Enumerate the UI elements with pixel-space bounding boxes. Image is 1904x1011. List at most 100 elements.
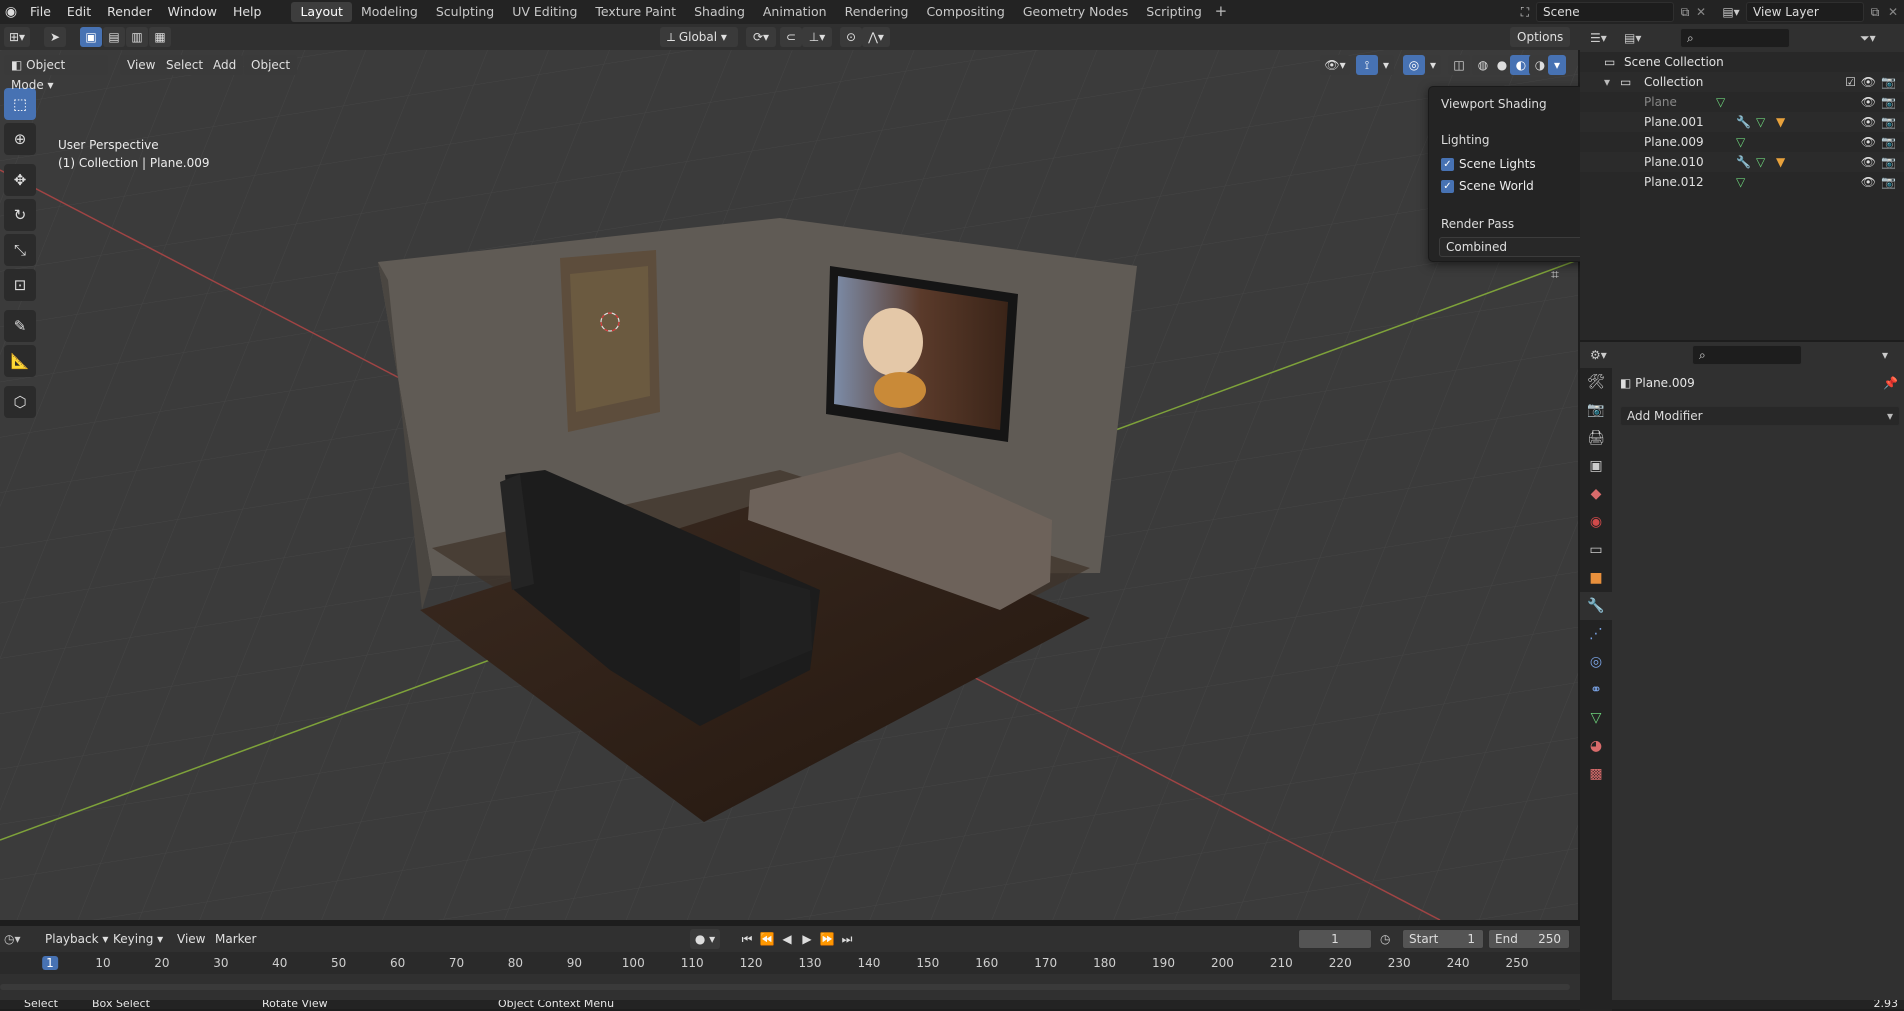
object-tab-icon[interactable]: ■ [1580, 564, 1612, 592]
data-tab-icon[interactable]: ▽ [1580, 704, 1612, 732]
tab-scripting[interactable]: Scripting [1137, 2, 1211, 22]
view-layer-copy-icon[interactable]: ⧉ [1866, 2, 1884, 22]
properties-editor-icon[interactable]: ⚙▾ [1590, 345, 1618, 365]
view-menu[interactable]: View [120, 55, 163, 75]
render-camera-icon[interactable]: 📷 [1881, 132, 1896, 152]
3d-viewport[interactable]: User Perspective (1) Collection | Plane.… [0, 50, 1578, 920]
measure-tool-icon[interactable]: 📐 [4, 345, 36, 377]
modifier-tab-icon[interactable]: 🔧 [1580, 592, 1612, 620]
render-camera-icon[interactable]: 📷 [1881, 112, 1896, 132]
pin-icon[interactable]: 📌 [1883, 372, 1898, 394]
jump-end-icon[interactable]: ⏭ [836, 929, 858, 949]
menu-help[interactable]: Help [225, 0, 270, 24]
tab-uv-editing[interactable]: UV Editing [503, 2, 586, 22]
visibility-filter-icon[interactable]: 👁▾ [1320, 55, 1350, 75]
outliner-item[interactable]: Plane.012 ▽ 👁 📷 [1580, 172, 1904, 192]
outliner-item[interactable]: Plane.010 🔧 ▽ ▼ 👁 📷 [1580, 152, 1904, 172]
xray-toggle-icon[interactable]: ◫ [1448, 55, 1470, 75]
select-tool-icon[interactable]: ➤ [44, 27, 66, 47]
tab-layout[interactable]: Layout [291, 2, 352, 22]
material-tab-icon[interactable]: ◕ [1580, 732, 1612, 760]
expand-icon[interactable]: ▾ [1604, 72, 1610, 92]
add-workspace-icon[interactable]: + [1211, 2, 1231, 22]
select-extend-icon[interactable]: ▤ [103, 27, 125, 47]
scene-lights-checkbox[interactable]: ✓ Scene Lights [1441, 155, 1536, 173]
overlays-dropdown-icon[interactable]: ▾ [1425, 55, 1441, 75]
gizmo-dropdown-icon[interactable]: ▾ [1378, 55, 1394, 75]
scene-browse-icon[interactable]: ⛶ [1516, 2, 1534, 22]
render-tab-icon[interactable]: 📷 [1580, 396, 1612, 424]
particles-tab-icon[interactable]: ⋰ [1580, 620, 1612, 648]
select-intersect-icon[interactable]: ▦ [149, 27, 171, 47]
visibility-eye-icon[interactable]: 👁 [1861, 172, 1876, 192]
visibility-eye-icon[interactable]: 👁 [1861, 92, 1876, 112]
scene-close-icon[interactable]: ✕ [1694, 2, 1708, 22]
render-camera-icon[interactable]: 📷 [1881, 172, 1896, 192]
select-menu[interactable]: Select [159, 55, 211, 75]
annotate-tool-icon[interactable]: ✎ [4, 310, 36, 342]
tab-geometry-nodes[interactable]: Geometry Nodes [1014, 2, 1137, 22]
jump-keyframe-back-icon[interactable]: ⏪ [756, 929, 778, 949]
scale-tool-icon[interactable]: ⤡ [4, 234, 36, 266]
tab-rendering[interactable]: Rendering [836, 2, 918, 22]
menu-file[interactable]: File [22, 0, 59, 24]
world-tab-icon[interactable]: ◉ [1580, 508, 1612, 536]
visibility-eye-icon[interactable]: 👁 [1861, 112, 1876, 132]
grid-view-icon[interactable]: ⌗ [1544, 264, 1566, 286]
physics-tab-icon[interactable]: ◎ [1580, 648, 1612, 676]
snap-target-icon[interactable]: ⊥▾ [802, 27, 832, 47]
cursor-tool-icon[interactable]: ⊕ [4, 123, 36, 155]
timeline-scrollbar[interactable] [0, 984, 1570, 990]
play-reverse-icon[interactable]: ◀ [776, 929, 798, 949]
outliner-item[interactable]: Plane ▽ 👁 📷 [1580, 92, 1904, 112]
timeline-view-menu[interactable]: View [170, 929, 212, 949]
view-layer-browse-icon[interactable]: ▤▾ [1716, 2, 1746, 22]
keying-menu[interactable]: Keying ▾ [106, 929, 170, 949]
exclude-checkbox[interactable]: ☑ [1845, 72, 1856, 92]
filter-icon[interactable]: ⏷▾ [1860, 28, 1888, 48]
play-icon[interactable]: ▶ [796, 929, 818, 949]
end-frame-field[interactable]: End 250 [1488, 929, 1570, 949]
collection-row[interactable]: ▾ ▭ Collection ☑ 👁 📷 [1580, 72, 1904, 92]
marker-menu[interactable]: Marker [208, 929, 263, 949]
constraints-tab-icon[interactable]: ⚭ [1580, 676, 1612, 704]
add-menu[interactable]: Add [206, 55, 244, 75]
playback-menu[interactable]: Playback ▾ [38, 929, 115, 949]
editor-type-icon[interactable]: ⊞▾ [4, 27, 30, 47]
view-layer-tab-icon[interactable]: ▣ [1580, 452, 1612, 480]
view-layer-close-icon[interactable]: ✕ [1886, 2, 1900, 22]
tab-sculpting[interactable]: Sculpting [427, 2, 503, 22]
outliner-search-input[interactable]: ⌕ [1680, 28, 1790, 48]
collection-tab-icon[interactable]: ▭ [1580, 536, 1612, 564]
scene-tab-icon[interactable]: ◆ [1580, 480, 1612, 508]
properties-options-icon[interactable]: ▾ [1882, 345, 1898, 365]
select-subtract-icon[interactable]: ▥ [126, 27, 148, 47]
shading-dropdown-icon[interactable]: ▾ [1548, 55, 1566, 75]
scene-field[interactable]: Scene [1536, 2, 1674, 22]
output-tab-icon[interactable]: 🖨 [1580, 424, 1612, 452]
overlays-toggle-icon[interactable]: ◎ [1403, 55, 1425, 75]
outliner-item[interactable]: Plane.001 🔧 ▽ ▼ 👁 📷 [1580, 112, 1904, 132]
select-new-icon[interactable]: ▣ [80, 27, 102, 47]
blender-logo-icon[interactable]: ◉ [0, 0, 22, 24]
menu-window[interactable]: Window [160, 0, 225, 24]
tab-compositing[interactable]: Compositing [917, 2, 1013, 22]
rotate-tool-icon[interactable]: ↻ [4, 199, 36, 231]
tab-shading[interactable]: Shading [685, 2, 754, 22]
outliner-editor-icon[interactable]: ☰▾ [1590, 28, 1618, 48]
outliner-item[interactable]: Plane.009 ▽ 👁 📷 [1580, 132, 1904, 152]
display-mode-icon[interactable]: ▤▾ [1624, 28, 1652, 48]
jump-keyframe-forward-icon[interactable]: ⏩ [816, 929, 838, 949]
frame-ruler[interactable]: 1 10 20 30 40 50 60 70 80 90 100 110 120 130 140 150 160… [0, 952, 1580, 974]
tool-tab-icon[interactable]: 🛠 [1580, 368, 1612, 396]
start-frame-field[interactable]: Start 1 [1402, 929, 1484, 949]
scene-world-checkbox[interactable]: ✓ Scene World [1441, 177, 1534, 195]
jump-start-icon[interactable]: ⏮ [736, 929, 758, 949]
properties-search-input[interactable]: ⌕ [1692, 345, 1802, 365]
options-dropdown[interactable]: Options ▾ [1510, 27, 1570, 64]
preview-range-icon[interactable]: ◷ [1380, 929, 1400, 949]
timeline-editor-icon[interactable]: ◷▾ [4, 929, 32, 949]
move-tool-icon[interactable]: ✥ [4, 164, 36, 196]
tab-animation[interactable]: Animation [754, 2, 836, 22]
add-modifier-dropdown[interactable]: Add Modifier ▾ [1620, 406, 1900, 426]
